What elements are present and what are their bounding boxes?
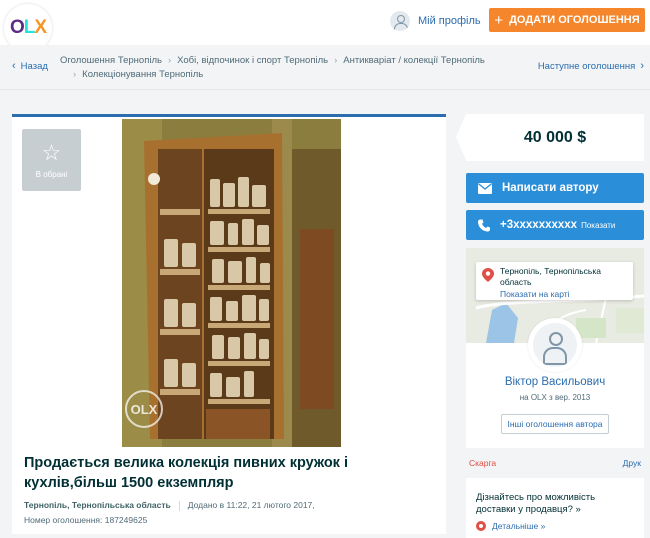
listing-photo[interactable]: OLX: [122, 119, 341, 447]
phone-number: +3xxxxxxxxxx: [500, 219, 578, 231]
show-phone-button[interactable]: +3xxxxxxxxxx Показати: [466, 210, 644, 240]
message-author-button[interactable]: Написати автору: [466, 173, 644, 203]
message-author-label: Написати автору: [502, 182, 599, 194]
delivery-details-link[interactable]: Детальніше »: [476, 520, 634, 532]
breadcrumb-item[interactable]: Оголошення Тернопіль: [60, 54, 162, 68]
listing-title: Продається велика колекція пивних кружок…: [24, 455, 348, 491]
breadcrumb-bar: ‹ Назад Оголошення Тернопіль › Хобі, відпо…: [0, 45, 650, 90]
divider: [178, 500, 180, 511]
seller-member-since: на OLX з вер. 2013: [519, 393, 591, 402]
delivery-info-box: Дізнайтесь про можливість доставки у про…: [466, 478, 644, 538]
breadcrumb-item[interactable]: Антикваріат / колекції Тернопіль: [343, 54, 485, 68]
show-phone-label: Показати: [581, 220, 616, 230]
info-dot-icon: [476, 521, 486, 531]
chevron-left-icon: ‹: [12, 60, 16, 72]
listing-card: OLX ☆ В обрані Продається велика колекці…: [12, 114, 446, 534]
listing-date: Додано в 11:22, 21 лютого 2017,: [187, 500, 315, 510]
my-profile-link[interactable]: Мій профіль: [390, 9, 481, 33]
listing-location[interactable]: Тернопіль, Тернопільська область: [24, 500, 171, 510]
seller-card: Тернопіль, Тернопільська область Показат…: [466, 248, 644, 448]
user-icon: [533, 323, 577, 367]
listing-number: Номер оголошення: 187249625: [24, 515, 148, 525]
other-ads-button[interactable]: Інші оголошення автора: [501, 414, 609, 434]
back-label: Назад: [20, 60, 48, 72]
complain-link[interactable]: Скарга: [469, 458, 496, 468]
seller-name[interactable]: Віктор Васильович: [466, 376, 644, 388]
print-link[interactable]: Друк: [623, 458, 641, 468]
chevron-right-icon: ›: [334, 55, 338, 66]
map-location-card: Тернопіль, Тернопільська область Показат…: [476, 262, 633, 300]
next-listing-link[interactable]: Наступне оголошення ›: [538, 60, 644, 72]
add-listing-button[interactable]: + ДОДАТИ ОГОЛОШЕННЯ: [489, 8, 645, 32]
next-listing-label: Наступне оголошення: [537, 60, 636, 72]
star-icon: ☆: [41, 139, 62, 165]
show-on-map-link[interactable]: Показати на карті: [500, 289, 627, 300]
chevron-right-icon: ›: [640, 60, 644, 72]
listing-meta: Тернопіль, Тернопільська область Додано в…: [24, 498, 315, 528]
chevron-right-icon: ›: [167, 55, 172, 66]
svg-text:OLX: OLX: [131, 402, 158, 417]
chevron-right-icon: ›: [73, 69, 77, 80]
price-box: 40 000 $: [456, 114, 644, 161]
map-location-text: Тернопіль, Тернопільська область: [500, 266, 601, 287]
my-profile-label: Мій профіль: [418, 15, 481, 27]
plus-icon: +: [494, 11, 504, 29]
price-value: 40 000 $: [523, 128, 587, 146]
favorites-label: В обрані: [35, 169, 68, 179]
add-to-favorites-button[interactable]: ☆ В обрані: [22, 129, 81, 191]
delivery-text: Дізнайтесь про можливість доставки у про…: [476, 492, 596, 515]
seller-avatar: [528, 318, 582, 372]
breadcrumb-item[interactable]: Колекціонування Тернопіль: [82, 68, 203, 82]
phone-icon: [478, 219, 490, 231]
breadcrumb-item[interactable]: Хобі, відпочинок і спорт Тернопіль: [177, 54, 328, 68]
user-icon: [390, 11, 410, 31]
map-pin-icon: [482, 268, 494, 282]
delivery-details-label: Детальніше »: [492, 521, 546, 531]
photo-illustration: OLX: [122, 119, 341, 447]
add-listing-label: ДОДАТИ ОГОЛОШЕННЯ: [509, 14, 640, 26]
breadcrumb: Оголошення Тернопіль › Хобі, відпочинок і …: [60, 54, 500, 82]
back-link[interactable]: ‹ Назад: [12, 60, 48, 72]
envelope-icon: [478, 182, 492, 194]
site-header: OLX Мій профіль + ДОДАТИ ОГОЛОШЕННЯ: [0, 0, 650, 52]
